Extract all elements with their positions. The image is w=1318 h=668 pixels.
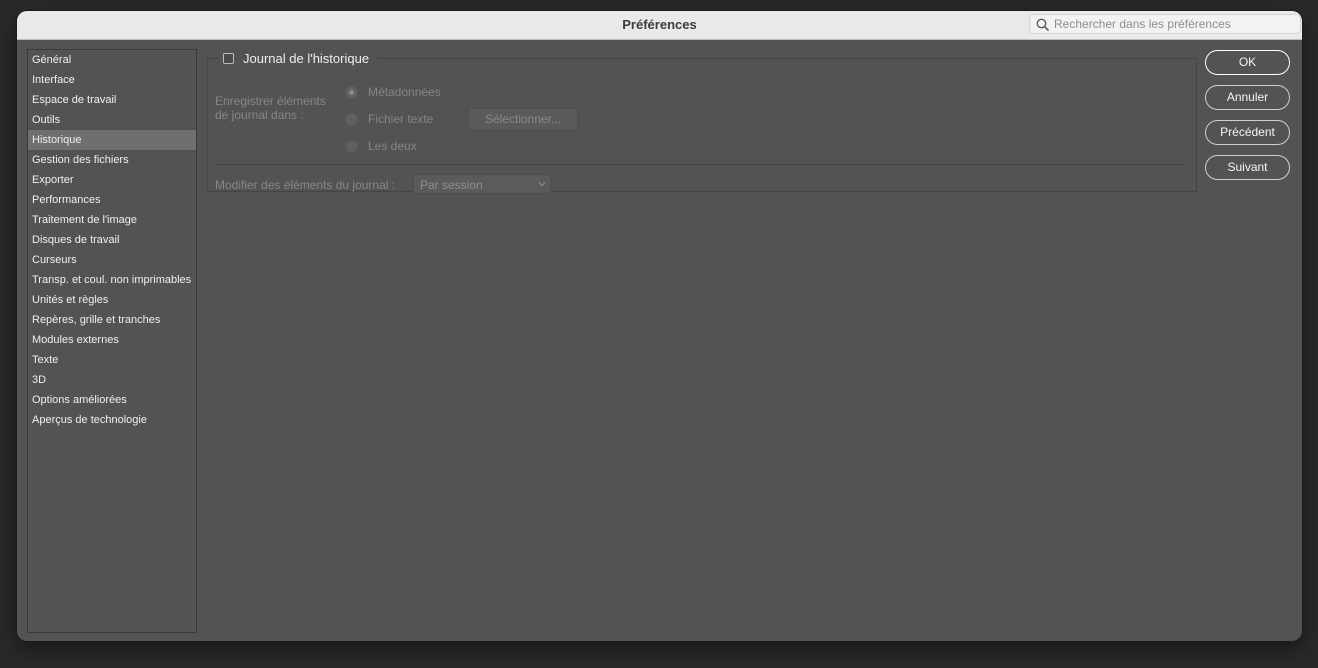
title-bar: Préférences <box>17 11 1302 40</box>
radio-metadata-label: Métadonnées <box>368 85 441 99</box>
chevron-down-icon <box>538 182 546 187</box>
radio-metadata[interactable]: Métadonnées <box>345 83 441 101</box>
radio-both-label: Les deux <box>368 139 417 153</box>
radio-both-button[interactable] <box>345 139 358 153</box>
previous-button[interactable]: Précédent <box>1205 120 1290 145</box>
sidebar-item-export[interactable]: Exporter <box>28 170 196 190</box>
edit-log-items-label: Modifier des éléments du journal : <box>215 178 396 192</box>
history-log-toggle[interactable]: Journal de l'historique <box>219 49 378 67</box>
radio-text-file-button[interactable] <box>345 112 358 126</box>
sidebar-item-cursors[interactable]: Curseurs <box>28 250 196 270</box>
radio-metadata-button[interactable] <box>345 85 358 99</box>
sidebar-item-general[interactable]: Général <box>28 50 196 70</box>
sidebar-item-enhanced-controls[interactable]: Options améliorées <box>28 390 196 410</box>
sidebar-item-3d[interactable]: 3D <box>28 370 196 390</box>
preferences-dialog: Préférences Général Interface Espace de … <box>17 11 1302 641</box>
radio-text-file[interactable]: Fichier texte <box>345 110 433 128</box>
sidebar-item-type[interactable]: Texte <box>28 350 196 370</box>
sidebar-item-interface[interactable]: Interface <box>28 70 196 90</box>
history-panel: Journal de l'historique Enregistrer élém… <box>207 49 1197 199</box>
history-log-checkbox[interactable] <box>223 52 234 64</box>
sidebar-item-plugins[interactable]: Modules externes <box>28 330 196 350</box>
select-file-button[interactable]: Sélectionner... <box>468 108 578 131</box>
next-button[interactable]: Suivant <box>1205 155 1290 180</box>
edit-log-items-dropdown[interactable]: Par session <box>413 174 551 194</box>
divider <box>215 164 1185 165</box>
search-icon <box>1036 18 1049 31</box>
sidebar-item-scratch-disks[interactable]: Disques de travail <box>28 230 196 250</box>
sidebar-item-technology-previews[interactable]: Aperçus de technologie <box>28 410 196 430</box>
sidebar-item-file-handling[interactable]: Gestion des fichiers <box>28 150 196 170</box>
sidebar-item-transparency-gamut[interactable]: Transp. et coul. non imprimables <box>28 270 196 290</box>
radio-both[interactable]: Les deux <box>345 137 417 155</box>
sidebar-item-workspace[interactable]: Espace de travail <box>28 90 196 110</box>
ok-button[interactable]: OK <box>1205 50 1290 75</box>
search-field[interactable] <box>1029 14 1301 34</box>
search-input[interactable] <box>1054 15 1294 33</box>
sidebar-item-performance[interactable]: Performances <box>28 190 196 210</box>
sidebar-item-tools[interactable]: Outils <box>28 110 196 130</box>
sidebar-item-history[interactable]: Historique <box>28 130 196 150</box>
cancel-button[interactable]: Annuler <box>1205 85 1290 110</box>
preferences-sidebar: Général Interface Espace de travail Outi… <box>27 49 197 633</box>
save-log-items-label: Enregistrer éléments de journal dans : <box>215 94 326 122</box>
sidebar-item-units-rulers[interactable]: Unités et règles <box>28 290 196 310</box>
sidebar-item-image-processing[interactable]: Traitement de l'image <box>28 210 196 230</box>
edit-log-items-value: Par session <box>420 178 483 192</box>
history-log-label: Journal de l'historique <box>243 50 370 66</box>
radio-text-file-label: Fichier texte <box>368 112 434 126</box>
sidebar-item-guides-grid-slices[interactable]: Repères, grille et tranches <box>28 310 196 330</box>
